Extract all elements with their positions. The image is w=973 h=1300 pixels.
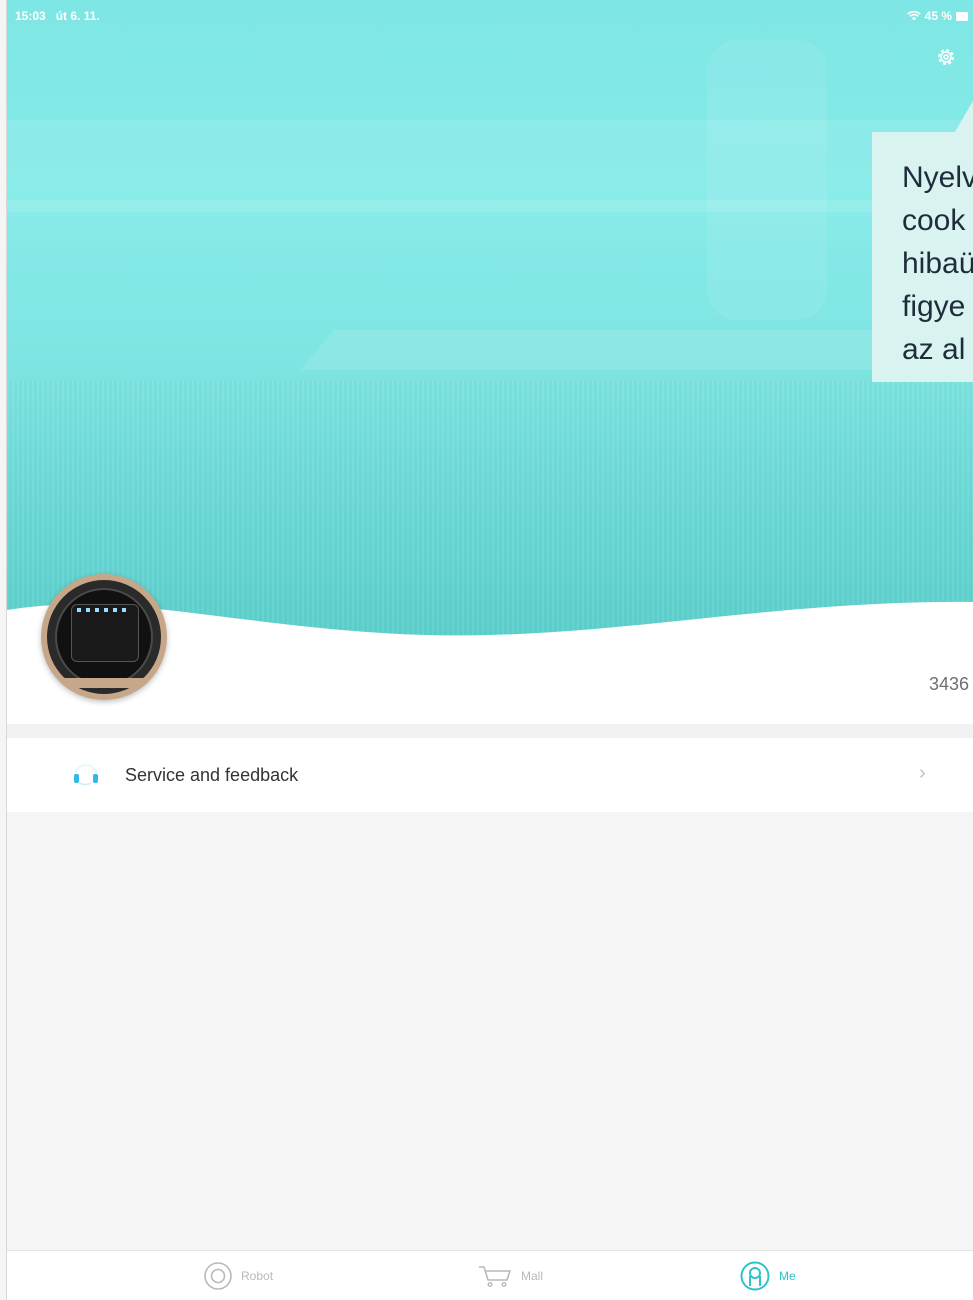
status-time: 15:03 — [15, 9, 46, 23]
tab-robot[interactable]: Robot — [203, 1251, 273, 1300]
tab-label: Robot — [241, 1269, 274, 1283]
tab-label: Me — [779, 1269, 796, 1283]
wifi-icon — [906, 11, 921, 21]
tooltip-line: figye — [902, 290, 966, 323]
service-feedback-label: Service and feedback — [125, 765, 299, 785]
tab-me[interactable]: Me — [739, 1251, 796, 1300]
robot-icon — [204, 1262, 232, 1290]
device-id: 3436 — [929, 674, 970, 694]
battery-percent: 45 % — [924, 9, 952, 23]
cart-icon — [479, 1266, 511, 1288]
tooltip-line: Nyelv — [902, 161, 973, 194]
avatar[interactable] — [41, 574, 167, 700]
battery-icon — [956, 11, 968, 21]
headset-icon — [74, 764, 98, 786]
gear-icon[interactable] — [935, 46, 957, 68]
status-date: út 6. 11. — [55, 9, 100, 23]
me-icon — [740, 1261, 770, 1291]
chevron-right-icon: › — [919, 762, 926, 784]
section-divider — [7, 724, 973, 738]
tooltip-line: hibaü — [902, 247, 973, 280]
tab-label: Mall — [521, 1269, 544, 1283]
tutorial-tooltip: Nyelv cook hibaü figye az al — [872, 132, 973, 382]
service-feedback-item[interactable]: Service and feedback › — [7, 738, 973, 812]
status-bar: 15:03 út 6. 11. 45 % — [7, 0, 973, 30]
tooltip-line: az al — [902, 333, 966, 366]
tab-mall[interactable]: Mall — [477, 1251, 543, 1300]
tooltip-arrow — [955, 80, 973, 132]
profile-header-background — [7, 0, 973, 650]
app-screen: 15:03 út 6. 11. 45 % Nyelv cook hibaü fi… — [6, 0, 973, 1300]
tab-bar: Robot Mall Me — [7, 1250, 973, 1300]
tooltip-line: cook — [902, 204, 966, 237]
